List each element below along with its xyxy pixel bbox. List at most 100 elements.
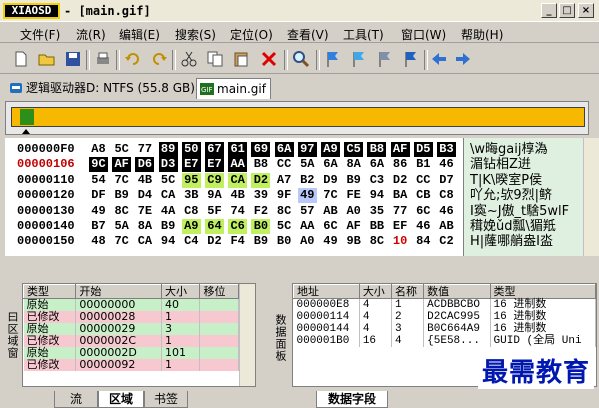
ascii-column[interactable]: \w晦gaij椁溈 湄钻相Z逬 T|K\暌室P侯 吖允;欤9烈|鲚 I寏~J傲_t騇5w…	[463, 138, 599, 256]
ascii-row-text[interactable]: H|蕯哪艄盎I泴	[470, 234, 553, 249]
hex-byte[interactable]: AB	[437, 219, 456, 234]
hex-byte[interactable]: 5C	[275, 219, 294, 234]
menu-window[interactable]: 窗口(W)	[401, 26, 446, 43]
tab-main-gif[interactable]: GIF main.gif	[196, 78, 271, 99]
menu-file[interactable]: 文件(F)	[20, 26, 60, 43]
hex-byte[interactable]: F4	[228, 234, 247, 249]
tab-data-fields[interactable]: 数据字段	[316, 391, 388, 408]
hex-byte[interactable]: 84	[414, 234, 433, 249]
hex-byte[interactable]: 49	[89, 204, 108, 219]
hex-byte[interactable]: D6	[135, 157, 155, 173]
data-field-row[interactable]: 00000144 4 3 B0C664A9 16 进制数	[293, 323, 596, 335]
hex-byte[interactable]: A8	[89, 142, 108, 157]
file-overview-bar[interactable]	[5, 101, 589, 135]
hex-byte[interactable]: AB	[321, 204, 340, 219]
hex-byte[interactable]: 77	[135, 142, 154, 157]
print-icon[interactable]	[94, 50, 112, 68]
ascii-row-text[interactable]: T|K\暌室P侯	[470, 173, 542, 188]
save-icon[interactable]	[64, 50, 82, 68]
hex-byte[interactable]: 7E	[135, 204, 154, 219]
hex-byte[interactable]: E7	[181, 157, 201, 173]
hex-byte[interactable]: 6C	[321, 219, 340, 234]
hex-byte[interactable]: 49	[321, 234, 340, 249]
ascii-row-text[interactable]: I寏~J傲_t騇5wlF	[470, 204, 569, 219]
hex-byte[interactable]: 67	[205, 142, 224, 157]
hex-byte[interactable]: 69	[251, 142, 271, 157]
hex-editor[interactable]: 000000F0 A8 5C 77 89 50 67 61 69 6A 97 A9 C5 B8 AF D5 B3…	[5, 138, 599, 256]
hex-byte[interactable]: 94	[367, 188, 386, 203]
flag-navy-icon[interactable]	[402, 50, 420, 68]
cut-icon[interactable]	[180, 50, 198, 68]
hex-byte[interactable]: 7C	[112, 234, 131, 249]
hex-byte[interactable]: BA	[391, 188, 410, 203]
hex-byte[interactable]: EF	[391, 219, 410, 234]
hex-byte[interactable]: AA	[298, 219, 317, 234]
hex-byte[interactable]: B9	[112, 188, 131, 203]
hex-byte[interactable]: 5F	[205, 204, 224, 219]
hex-byte[interactable]: 94	[159, 234, 178, 249]
col-size[interactable]: 大小	[160, 284, 201, 299]
col-data-type[interactable]: 类型	[489, 284, 596, 299]
redo-icon[interactable]	[150, 50, 168, 68]
col-value[interactable]: 数值	[423, 284, 491, 299]
hex-byte[interactable]: 54	[89, 173, 108, 188]
hex-byte[interactable]: CA	[135, 234, 154, 249]
hex-byte[interactable]: 57	[298, 204, 317, 219]
hex-byte[interactable]: D9	[321, 173, 340, 188]
hex-byte[interactable]: B7	[89, 219, 108, 234]
hex-byte[interactable]: B2	[298, 173, 317, 188]
hex-byte[interactable]: 7C	[321, 188, 340, 203]
hex-byte[interactable]: 7C	[112, 173, 131, 188]
hex-byte[interactable]: CB	[414, 188, 433, 203]
col-data-size[interactable]: 大小	[358, 284, 392, 299]
hex-byte[interactable]: 46	[437, 204, 456, 219]
find-icon[interactable]	[292, 50, 310, 68]
col-type[interactable]: 类型	[23, 284, 77, 299]
col-shift[interactable]: 移位	[199, 284, 239, 299]
copy-icon[interactable]	[206, 50, 224, 68]
hex-byte[interactable]: CA	[228, 172, 248, 188]
hex-byte[interactable]: C6	[228, 219, 248, 234]
file-map-bar[interactable]	[11, 107, 585, 127]
paste-icon[interactable]	[232, 50, 250, 68]
hex-byte[interactable]: C5	[344, 142, 364, 157]
ascii-row-text[interactable]: \w晦gaij椁溈	[470, 142, 547, 157]
hex-byte[interactable]: 8A	[344, 157, 363, 172]
tab-region[interactable]: 区域	[98, 391, 144, 408]
hex-byte[interactable]: A0	[344, 204, 363, 219]
flag-gray-icon[interactable]	[376, 50, 394, 68]
hex-byte[interactable]: 9A	[205, 188, 224, 203]
tab-stream[interactable]: 流	[54, 391, 98, 408]
hex-byte[interactable]: D5	[413, 142, 433, 157]
data-field-row[interactable]: 00000114 4 2 D2CAC995 16 进制数	[293, 311, 596, 323]
hex-byte[interactable]: BB	[367, 219, 386, 234]
hex-byte[interactable]: C2	[437, 234, 456, 249]
hex-byte[interactable]: C3	[367, 173, 386, 188]
hex-byte[interactable]: B0	[275, 234, 294, 249]
hex-byte[interactable]: C8	[437, 188, 456, 203]
hex-byte[interactable]: F2	[251, 204, 270, 219]
hex-byte[interactable]: 5A	[112, 219, 131, 234]
region-row[interactable]: 已修改 00000092 1	[23, 359, 239, 371]
hex-byte[interactable]: 3B	[182, 188, 201, 203]
hex-byte[interactable]: AA	[228, 157, 248, 173]
hex-byte[interactable]: 39	[251, 188, 270, 203]
hex-byte[interactable]: 8C	[112, 204, 131, 219]
col-name[interactable]: 名称	[390, 284, 425, 299]
menu-goto[interactable]: 定位(O)	[230, 26, 273, 43]
hex-byte[interactable]: 5A	[298, 157, 317, 172]
maximize-button[interactable]: □	[559, 3, 575, 18]
hex-byte[interactable]: 10	[391, 234, 410, 249]
minimize-button[interactable]: _	[541, 3, 557, 18]
hex-byte[interactable]: 64	[205, 219, 224, 234]
panel-splitter[interactable]	[0, 258, 599, 276]
col-address[interactable]: 地址	[293, 284, 360, 299]
hex-byte[interactable]: 6C	[414, 204, 433, 219]
hex-byte[interactable]: 6A	[367, 157, 386, 172]
ascii-row-text[interactable]: 湄钻相Z逬	[470, 157, 531, 172]
hex-byte[interactable]: A7	[275, 173, 294, 188]
hex-byte[interactable]: A9	[321, 142, 340, 157]
hex-byte[interactable]: 77	[391, 204, 410, 219]
hex-byte[interactable]: B0	[251, 219, 271, 234]
hex-byte[interactable]: CC	[275, 157, 294, 172]
